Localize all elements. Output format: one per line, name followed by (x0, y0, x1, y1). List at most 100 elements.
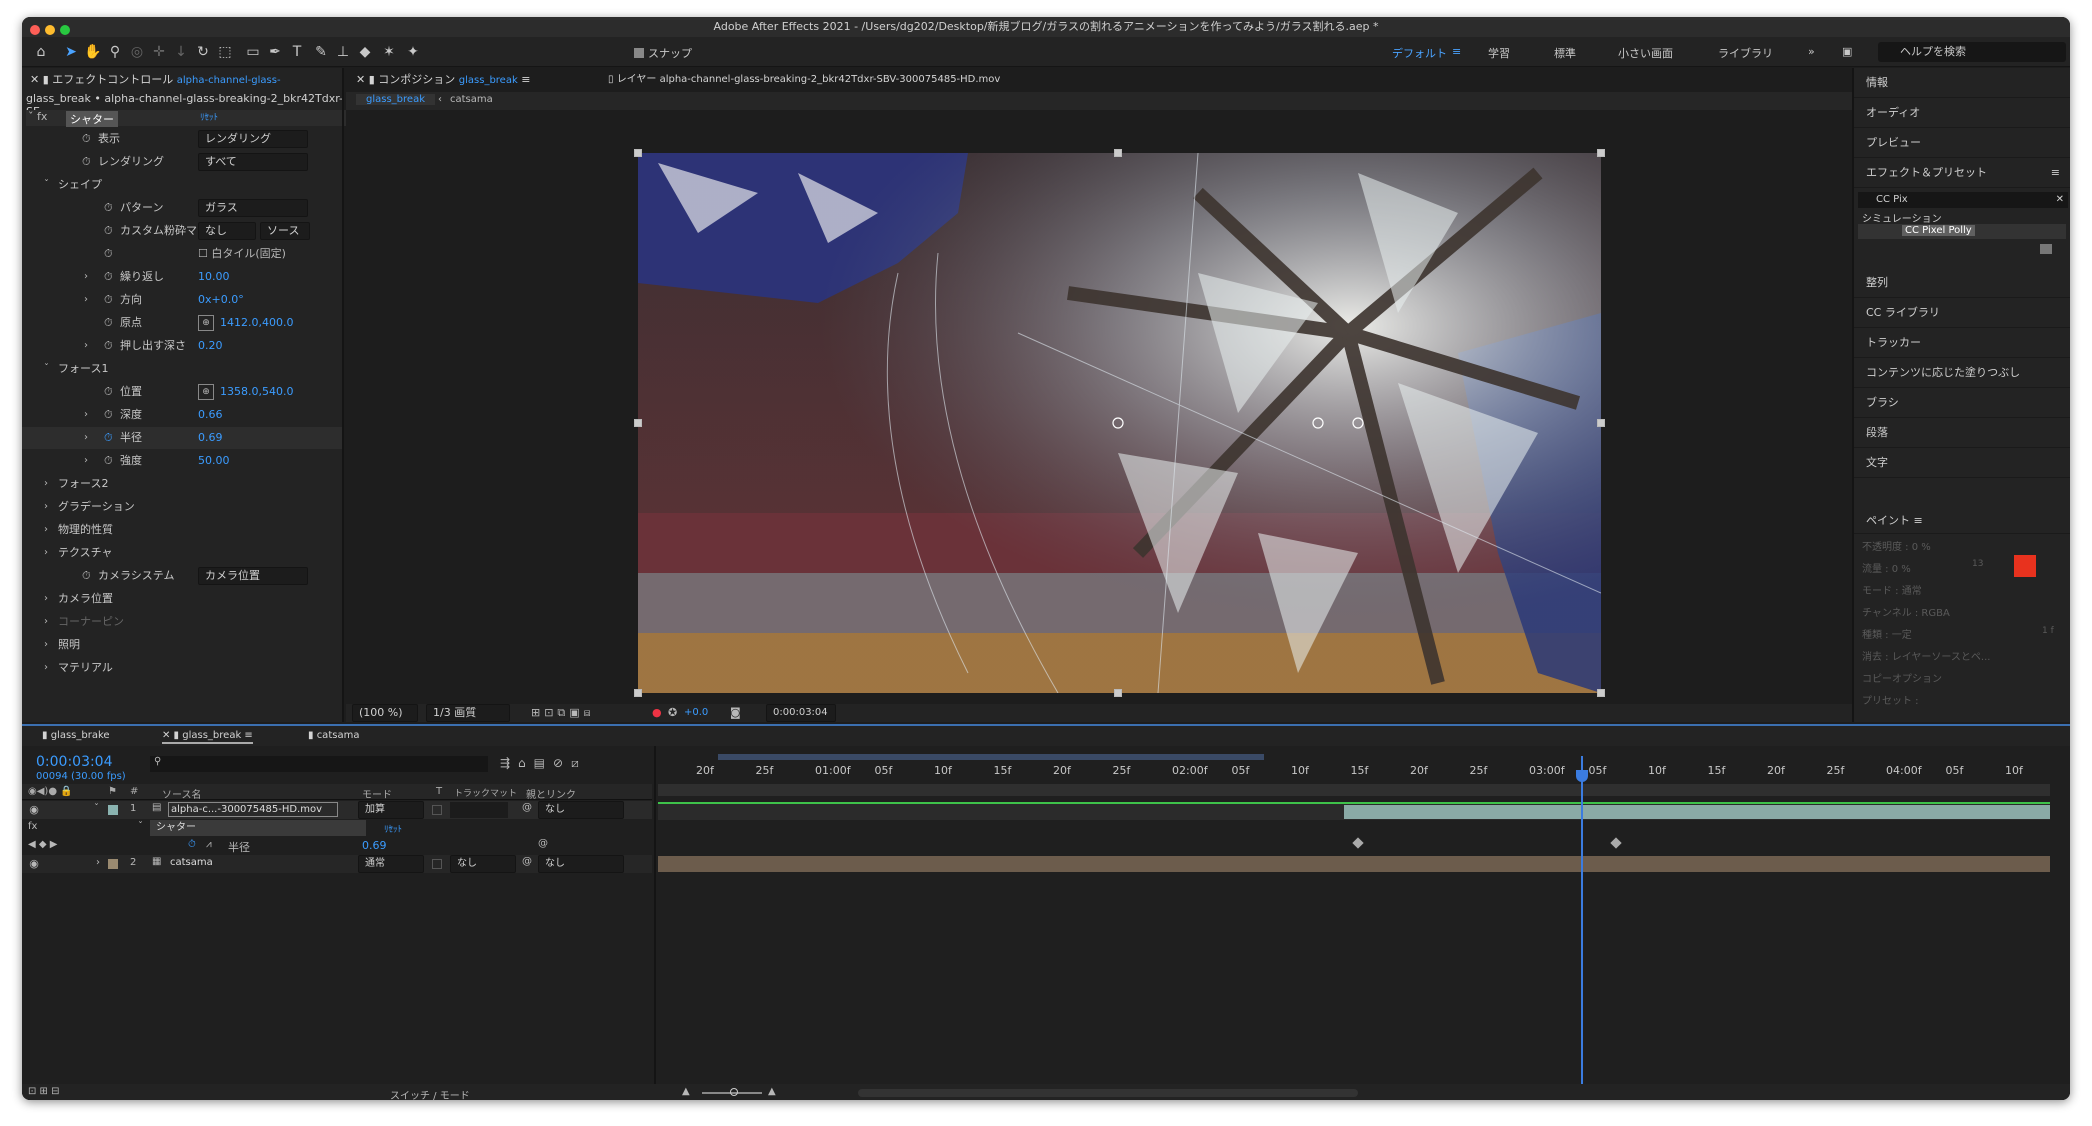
snap-toggle[interactable]: スナップ (634, 45, 692, 61)
handle-top-right[interactable] (1597, 149, 1605, 157)
effect-property-row[interactable]: › 照明 (22, 634, 342, 656)
property-value[interactable]: 0.20 (198, 335, 223, 357)
keyframe-1[interactable] (1352, 837, 1364, 849)
more-workspaces-icon[interactable]: » (1808, 45, 1815, 58)
rotate-tool-icon[interactable]: ↻ (194, 43, 212, 61)
layer-1-duration-bar[interactable] (1344, 805, 2050, 819)
expand-arrow-icon[interactable]: › (44, 473, 48, 495)
label-color-chip[interactable] (108, 859, 118, 869)
exposure-reset-icon[interactable]: ✪ (668, 706, 677, 719)
blend-mode-dropdown[interactable]: 加算 (358, 801, 424, 819)
hand-tool-icon[interactable]: ✋ (84, 43, 102, 61)
property-value[interactable]: 0x+0.0° (198, 289, 244, 311)
effect-property-row[interactable]: ˇ フォース1 (22, 358, 342, 380)
layer-name[interactable]: catsama (170, 857, 213, 868)
expand-arrow-icon[interactable]: › (84, 289, 88, 311)
effect-property-row[interactable]: ⏱ ☐ 白タイル(固定) (22, 243, 342, 265)
effect-result-row[interactable]: CC Pixel Polly (1858, 224, 2066, 239)
expand-arrow-icon[interactable]: › (84, 266, 88, 288)
category-simulation[interactable]: シミュレーション (1862, 210, 1942, 225)
panel-menu-icon[interactable]: ≡ (2051, 158, 2060, 188)
dolly-tool-icon[interactable]: ↓ (172, 43, 190, 61)
expand-arrow-icon[interactable]: › (44, 657, 48, 679)
right-panel-item[interactable]: コンテンツに応じた塗りつぶし (1854, 358, 2070, 388)
stopwatch-icon[interactable]: ⏱ (104, 289, 113, 311)
property-dropdown[interactable]: なし (198, 222, 256, 240)
right-panel-item[interactable]: 情報 (1854, 68, 2070, 98)
effect-property-row[interactable]: › グラデーション (22, 496, 342, 518)
effect-property-row[interactable]: › テクスチャ (22, 542, 342, 564)
effect-property-row[interactable]: › 物理的性質 (22, 519, 342, 541)
pen-tool-icon[interactable]: ✒ (266, 43, 284, 61)
right-panel-item[interactable]: CC ライブラリ (1854, 298, 2070, 328)
effects-presets-title[interactable]: エフェクト＆プリセット ≡ (1854, 158, 2070, 188)
timeline-scrollbar[interactable] (858, 1089, 1358, 1097)
workspace-standard[interactable]: 標準 (1554, 45, 1576, 61)
expand-arrow-icon[interactable]: ˇ (94, 803, 99, 814)
help-search-input[interactable]: ヘルプを検索 (1878, 42, 2066, 62)
right-panel-item[interactable]: 整列 (1854, 268, 2070, 298)
workspace-default[interactable]: デフォルト (1392, 45, 1447, 61)
time-ruler[interactable]: 20f 25f 01:00f 05f 10f 15f 20f 25f 02:00f 05f 10f 1… (658, 750, 2050, 810)
handle-bottom-right[interactable] (1597, 689, 1605, 697)
pickwhip-icon[interactable]: @ (522, 856, 532, 867)
footer-toggle-icons[interactable]: ⊡ ⊞ ⊟ (28, 1086, 60, 1097)
handle-bottom-center[interactable] (1114, 689, 1122, 697)
rectangle-tool-icon[interactable]: ▭ (244, 43, 262, 61)
stopwatch-icon[interactable]: ⏱ (82, 151, 91, 173)
stopwatch-icon[interactable]: ⏱ (104, 197, 113, 219)
right-panel-item[interactable]: ブラシ (1854, 388, 2070, 418)
expand-arrow-icon[interactable]: › (96, 857, 100, 868)
property-dropdown[interactable]: レンダリング (198, 130, 308, 148)
effect-property-row[interactable]: › ⏱ 方向 0x+0.0° (22, 289, 342, 311)
pan-behind-tool-icon[interactable]: ⬚ (216, 43, 234, 61)
stopwatch-icon[interactable]: ⏱ (104, 312, 113, 334)
handle-top-left[interactable] (634, 149, 642, 157)
right-panel-item[interactable]: トラッカー (1854, 328, 2070, 358)
puppet-tool-icon[interactable]: ✦ (404, 43, 422, 61)
right-panel-item[interactable]: オーディオ (1854, 98, 2070, 128)
zoom-dropdown[interactable]: (100 %) (352, 704, 418, 722)
keyframe-nav-icons[interactable]: ◀ ◆ ▶ (28, 839, 57, 850)
workspace-learn[interactable]: 学習 (1488, 45, 1510, 61)
timeline-switch-icons[interactable]: ⇶⌂▤⊘⧄ (500, 756, 587, 771)
pickwhip-icon[interactable]: @ (538, 838, 548, 849)
property-checkbox[interactable]: ☐ 白タイル(固定) (198, 243, 286, 265)
workspace-small-screen[interactable]: 小さい画面 (1618, 45, 1673, 61)
property-value[interactable]: 50.00 (198, 450, 230, 472)
effect-property-row[interactable]: ⏱ 表示 レンダリング (22, 128, 342, 150)
property-dropdown-2[interactable]: ソース (260, 222, 310, 240)
handle-bottom-left[interactable] (634, 689, 642, 697)
expand-arrow-icon[interactable]: ˇ (44, 358, 49, 380)
timeline-tab-catsama[interactable]: ▮ catsama (308, 724, 359, 748)
viewer-toggle-icons[interactable]: ⊞⊡⧉▣⧈ (531, 706, 595, 720)
expand-arrow-icon[interactable]: › (84, 450, 88, 472)
expand-arrow-icon[interactable]: › (44, 496, 48, 518)
property-dropdown[interactable]: ガラス (198, 199, 308, 217)
graph-icon[interactable]: ⩘ (206, 839, 212, 850)
foreground-color-swatch[interactable] (2014, 555, 2036, 577)
stopwatch-icon[interactable]: ⏱ (104, 404, 113, 426)
stopwatch-icon[interactable]: ⏱ (82, 565, 91, 587)
layer-name[interactable]: alpha-c...-300075485-HD.mov (168, 802, 338, 817)
timeline-tab-glass-break[interactable]: ✕ ▮ glass_break ≡ (162, 724, 253, 744)
composition-viewer[interactable] (638, 153, 1601, 693)
expand-arrow-icon[interactable]: › (44, 611, 48, 633)
property-value[interactable]: 1358.0,540.0 (220, 381, 293, 403)
property-value[interactable]: 0.69 (362, 839, 387, 852)
layer-row-2[interactable]: ◉ › 2 ▦ catsama 通常 なし @ なし (22, 855, 652, 873)
expand-arrow-icon[interactable]: › (84, 427, 88, 449)
new-bin-icon[interactable] (2040, 244, 2052, 254)
effect-group-name[interactable]: シャター (150, 820, 366, 836)
property-value[interactable]: 0.66 (198, 404, 223, 426)
exposure-value[interactable]: +0.0 (684, 707, 708, 718)
property-dropdown[interactable]: すべて (198, 153, 308, 171)
parent-dropdown[interactable]: なし (538, 855, 624, 873)
zoom-slider-thumb[interactable] (730, 1088, 738, 1096)
handle-top-center[interactable] (1114, 149, 1122, 157)
workspace-menu-icon[interactable]: ≡ (1452, 45, 1461, 58)
expand-arrow-icon[interactable]: › (44, 519, 48, 541)
crosshair-icon[interactable]: ⊕ (198, 384, 214, 400)
expand-arrow-icon[interactable]: › (44, 542, 48, 564)
expand-arrow-icon[interactable]: ˇ (138, 821, 143, 832)
